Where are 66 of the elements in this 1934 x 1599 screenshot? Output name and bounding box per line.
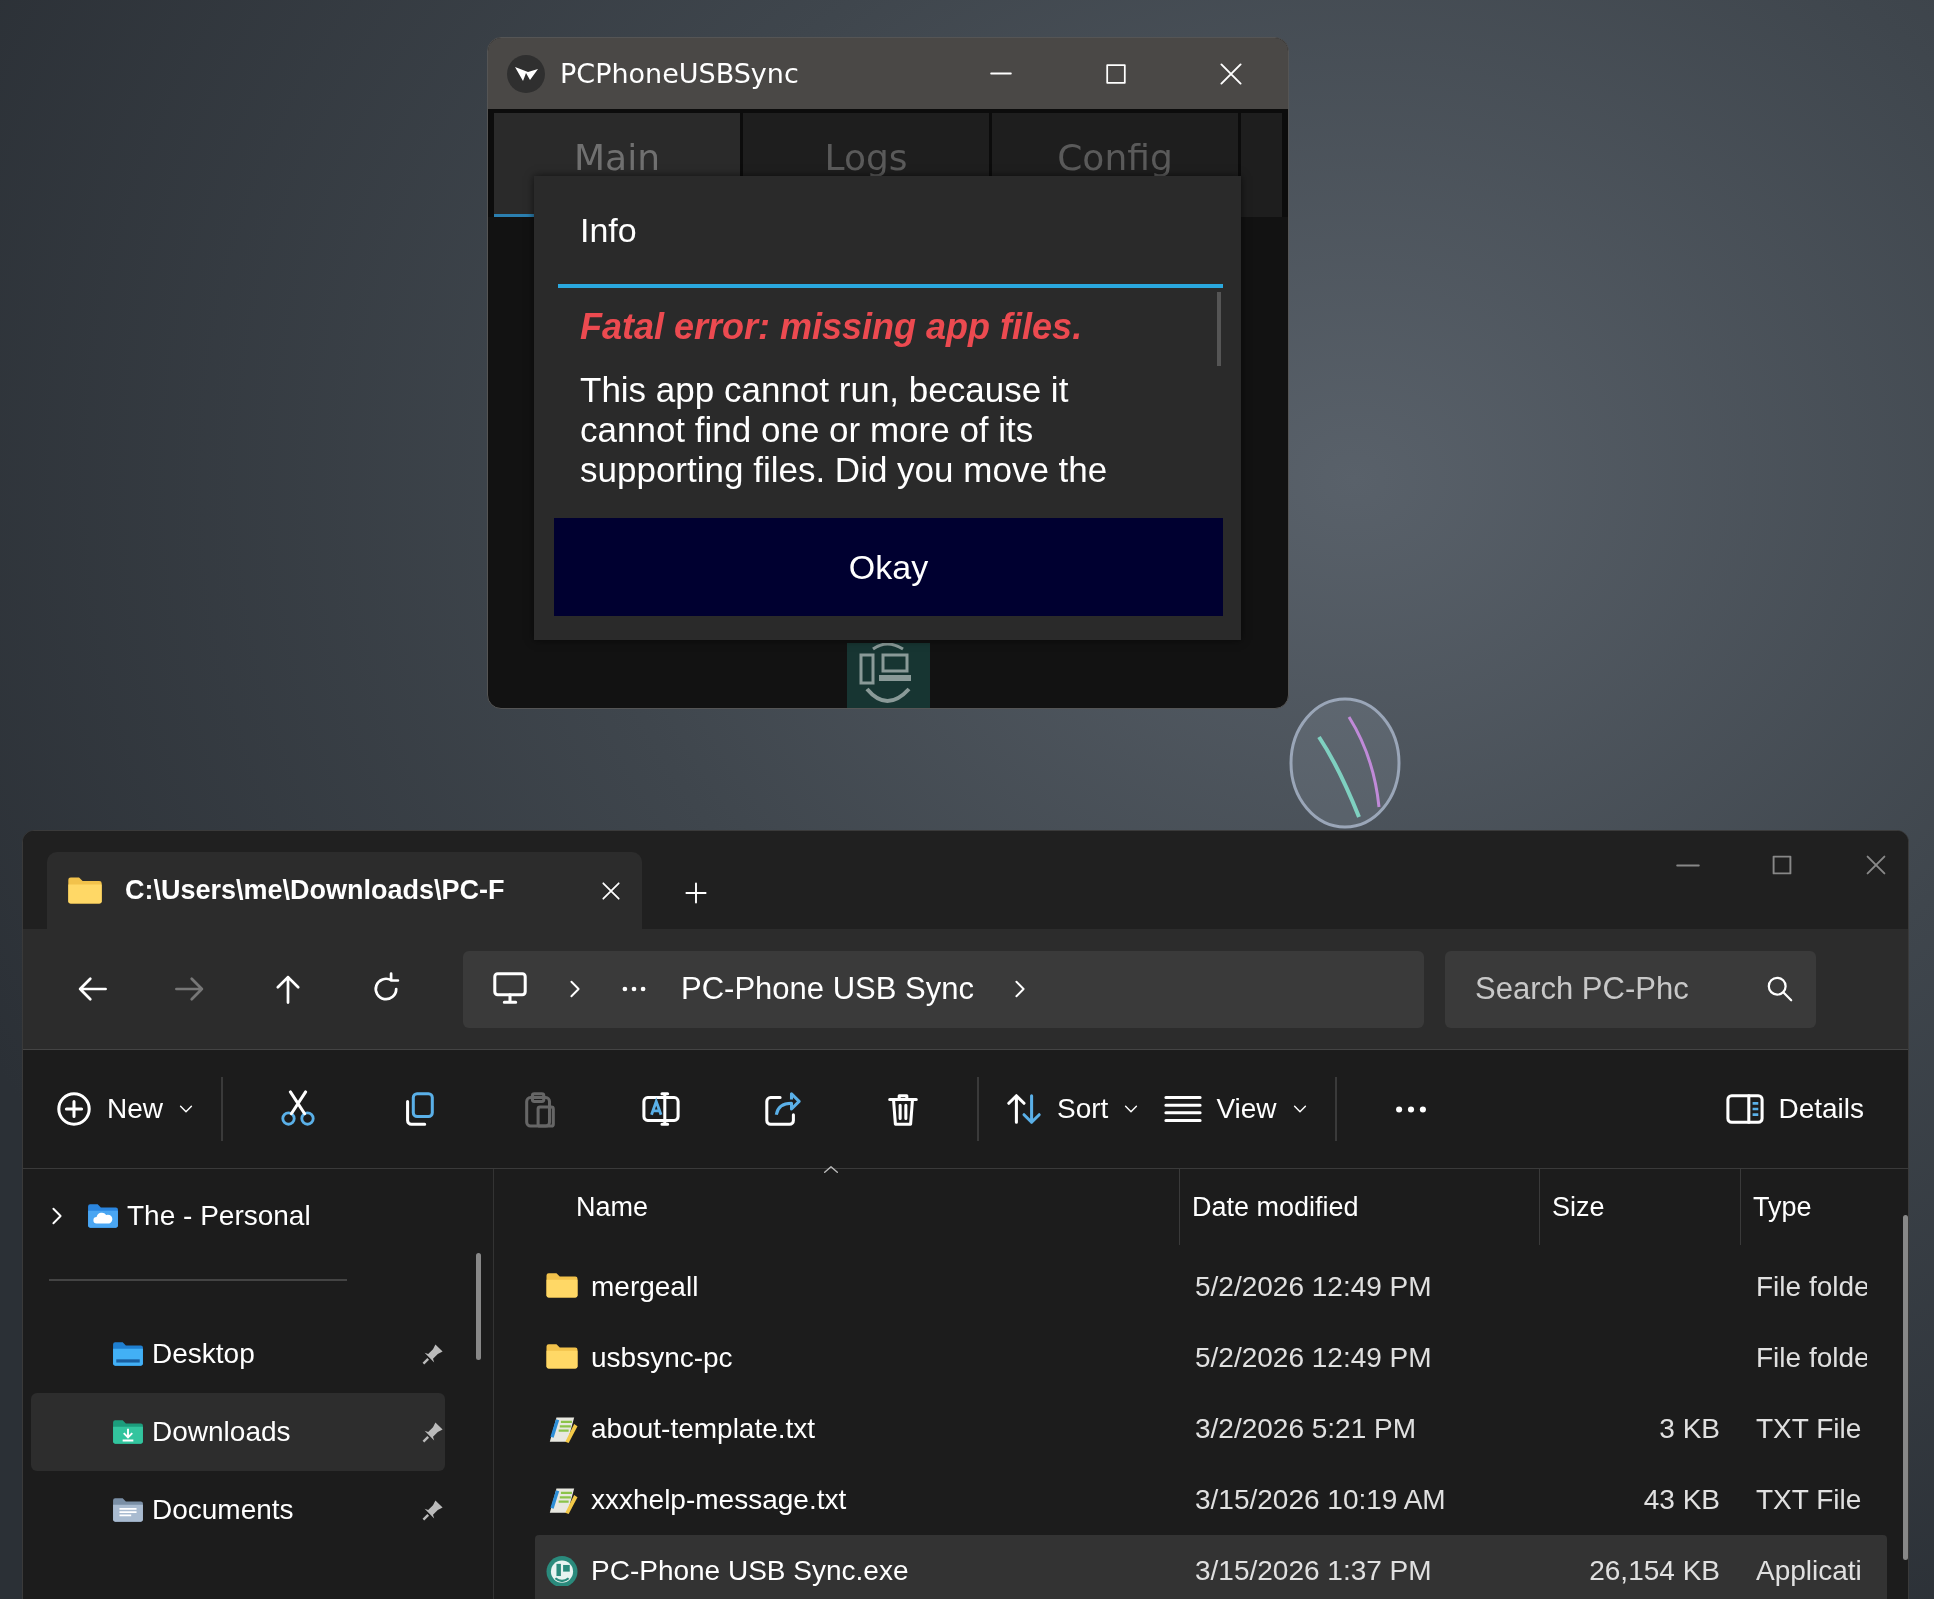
sidebar-item[interactable]: Downloads [31,1393,445,1471]
column-header[interactable]: Size [1539,1169,1740,1245]
explorer-tab[interactable]: C:\Users\me\Downloads\PC-F [47,852,642,929]
file-size: 26,154 KB [1589,1554,1720,1587]
maximize-icon [1104,62,1127,85]
sort-button[interactable]: Sort [993,1074,1153,1144]
file-row[interactable]: about-template.txt 3/2/2026 5:21 PM 3 KB TXT File [535,1393,1887,1464]
maximize-button[interactable] [1770,853,1794,877]
date-modified: 5/2/2026 12:49 PM [1195,1270,1432,1303]
file-row[interactable]: xxxhelp-message.txt 3/15/2026 10:19 AM 43 KB TXT File [535,1464,1887,1535]
search-icon [1766,974,1794,1003]
column-header[interactable]: Date modified [1179,1169,1539,1245]
folder-icon [67,875,103,906]
scissors-icon [278,1090,317,1128]
file-type: TXT File [1756,1412,1862,1444]
search-field[interactable]: Search PC-Phc [1445,950,1816,1028]
sync-app-icon [545,1555,579,1586]
sidebar-item[interactable]: Documents [31,1471,445,1549]
download-folder-icon [112,1418,144,1446]
file-name: PC-Phone USB Sync.exe [591,1554,909,1587]
cloud-folder-icon [87,1202,119,1230]
maximize-icon [1770,853,1794,877]
file-name: about-template.txt [591,1412,816,1445]
breadcrumb-item[interactable]: PC-Phone USB Sync [681,971,974,1007]
sidebar-item[interactable]: The - Personal [31,1177,445,1255]
file-size: 43 KB [1643,1483,1720,1516]
date-modified: 3/2/2026 5:21 PM [1195,1412,1417,1445]
more-icon [621,986,647,992]
scrollbar-thumb[interactable] [1217,292,1221,366]
file-row[interactable]: PC-Phone USB Sync.exe 3/15/2026 1:37 PM 26,154 KB Applicati [535,1535,1887,1599]
close-button[interactable] [1864,853,1888,877]
rename-icon [641,1090,680,1128]
details-button[interactable]: Details [1714,1074,1876,1144]
minimize-icon [989,72,1012,75]
file-size: 3 KB [1659,1412,1720,1445]
file-name: usbsync-pc [591,1341,733,1374]
window-title: PCPhoneUSBSync [560,58,800,89]
okay-button[interactable]: Okay [554,518,1223,616]
file-name: xxxhelp-message.txt [591,1483,847,1516]
date-modified: 3/15/2026 1:37 PM [1195,1554,1432,1587]
share-icon [762,1090,801,1128]
file-type: Applicati [1756,1554,1862,1586]
view-button[interactable]: View [1152,1074,1321,1144]
scrollbar-thumb[interactable] [1903,1215,1908,1560]
desktop-folder-icon [112,1340,144,1368]
column-header[interactable]: Name [535,1169,1179,1245]
date-modified: 3/15/2026 10:19 AM [1195,1483,1446,1516]
error-message: This app cannot run, because it cannot find one or more of its supporting files. Did you move the [580,370,1109,490]
documents-folder-icon [112,1496,144,1524]
scrollbar-thumb[interactable] [476,1253,481,1360]
minimize-icon [1676,863,1700,867]
plus-circle-icon [55,1090,93,1128]
sidebar-item[interactable]: Desktop [31,1315,445,1393]
close-icon [1218,61,1243,86]
error-heading: Fatal error: missing app files. [580,306,1084,348]
plus-icon [684,881,708,905]
address-bar[interactable]: PC-Phone USB Sync [463,950,1424,1028]
app-logo-icon [506,53,546,94]
file-name: mergeall [591,1270,699,1303]
column-header[interactable]: Type [1740,1169,1867,1245]
more-icon [1394,1105,1429,1113]
new-button[interactable]: New [43,1074,207,1144]
close-icon [1864,853,1888,877]
close-icon [600,879,622,902]
file-type: TXT File [1756,1483,1862,1515]
date-modified: 5/2/2026 12:49 PM [1195,1341,1432,1374]
